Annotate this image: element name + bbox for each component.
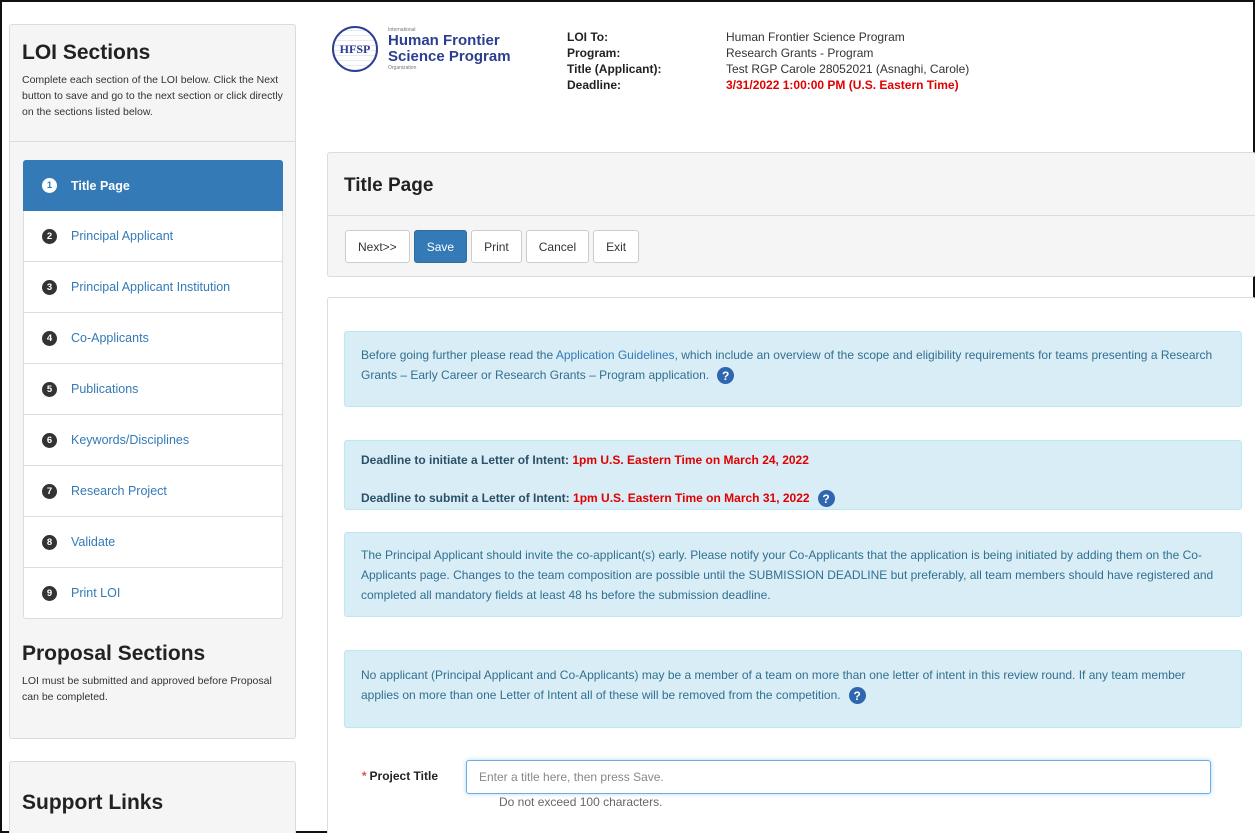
sidebar-item-label: Principal Applicant Institution: [71, 280, 231, 294]
sidebar-item-publications[interactable]: 5 Publications: [23, 364, 283, 415]
step-number-badge: 6: [42, 432, 57, 448]
proposal-sections-description: LOI must be submitted and approved befor…: [22, 675, 272, 703]
hfsp-logo-text: International Human Frontier Science Pro…: [388, 27, 511, 71]
toolbar: Next>> Save Print Cancel Exit: [345, 230, 643, 263]
sidebar-item-co-applicants[interactable]: 4 Co-Applicants: [23, 313, 283, 364]
hfsp-logo-mark: HFSP: [332, 26, 378, 72]
step-number-badge: 9: [42, 585, 57, 601]
program-label: Program:: [567, 46, 621, 60]
logo-small-bottom: Organization: [388, 65, 417, 71]
step-number-badge: 5: [42, 381, 57, 397]
required-marker: *: [361, 769, 367, 783]
proposal-sections-title: Proposal Sections: [22, 642, 206, 665]
sidebar-item-label: Keywords/Disciplines: [71, 433, 190, 447]
submit-deadline-line: Deadline to submit a Letter of Intent: 1…: [361, 488, 1225, 508]
loi-nav-list: 1 Title Page 2 Principal Applicant 3 Pri…: [23, 160, 283, 619]
sidebar-item-label: Print LOI: [71, 586, 121, 600]
step-number-badge: 2: [42, 228, 57, 244]
loi-nav: 1 Title Page 2 Principal Applicant 3 Pri…: [9, 142, 296, 619]
sidebar: LOI Sections Complete each section of th…: [9, 24, 296, 833]
deadline-label: Deadline:: [567, 78, 622, 92]
help-icon[interactable]: ?: [848, 687, 866, 705]
sidebar-item-title-page[interactable]: 1 Title Page: [23, 160, 283, 211]
loi-sections-description: Complete each section of the LOI below. …: [22, 74, 283, 118]
save-button[interactable]: Save: [413, 230, 468, 263]
step-number-badge: 8: [42, 534, 57, 550]
step-number-badge: 4: [42, 330, 57, 346]
sidebar-item-principal-applicant[interactable]: 2 Principal Applicant: [23, 211, 283, 262]
title-page-panel: Title Page Next>> Save Print Cancel Exit: [327, 152, 1255, 277]
sidebar-item-research-project[interactable]: 7 Research Project: [23, 466, 283, 517]
title-applicant-value: Test RGP Carole 28052021 (Asnaghi, Carol…: [726, 62, 970, 76]
loi-sections-panel: LOI Sections Complete each section of th…: [9, 24, 296, 142]
sidebar-item-label: Publications: [71, 382, 139, 396]
initiate-deadline-value: 1pm U.S. Eastern Time on March 24, 2022: [572, 453, 809, 467]
support-links-title: Support Links: [22, 791, 164, 814]
step-number-badge: 3: [42, 279, 57, 295]
sidebar-item-principal-applicant-institution[interactable]: 3 Principal Applicant Institution: [23, 262, 283, 313]
loi-to-value: Human Frontier Science Program: [726, 30, 905, 44]
step-number-badge: 1: [42, 178, 57, 193]
exit-button[interactable]: Exit: [593, 230, 640, 263]
guidelines-notice: Before going further please read the App…: [344, 331, 1242, 407]
project-title-input[interactable]: [466, 760, 1211, 794]
membership-notice-text: No applicant (Principal Applicant and Co…: [361, 668, 1186, 702]
divider: [328, 215, 1255, 216]
sidebar-item-label: Principal Applicant: [71, 229, 174, 243]
sidebar-item-label: Research Project: [71, 484, 167, 498]
membership-notice: No applicant (Principal Applicant and Co…: [344, 650, 1242, 728]
loi-info: LOI To: Human Frontier Science Program P…: [567, 29, 969, 93]
page-title: Title Page: [344, 175, 434, 196]
project-title-label: * Project Title: [328, 760, 438, 783]
co-applicants-notice: The Principal Applicant should invite th…: [344, 532, 1242, 617]
sidebar-item-label: Validate: [71, 535, 116, 549]
hfsp-logo: HFSP International Human Frontier Scienc…: [332, 24, 532, 74]
logo-line-1: Human Frontier: [388, 32, 500, 49]
program-row: Program: Research Grants - Program: [567, 45, 969, 61]
deadlines-notice: Deadline to initiate a Letter of Intent:…: [344, 440, 1242, 510]
initiate-deadline-label: Deadline to initiate a Letter of Intent:: [361, 453, 573, 467]
print-button[interactable]: Print: [471, 230, 522, 263]
program-value: Research Grants - Program: [726, 46, 874, 60]
loi-to-label: LOI To:: [567, 30, 609, 44]
sidebar-item-validate[interactable]: 8 Validate: [23, 517, 283, 568]
project-title-help: Do not exceed 100 characters.: [499, 795, 663, 809]
deadline-row: Deadline: 3/31/2022 1:00:00 PM (U.S. Eas…: [567, 77, 969, 93]
title-applicant-label: Title (Applicant):: [567, 62, 662, 76]
submit-deadline-label: Deadline to submit a Letter of Intent:: [361, 491, 574, 505]
loi-to-row: LOI To: Human Frontier Science Program: [567, 29, 969, 45]
project-title-label-text: Project Title: [369, 769, 438, 783]
next-button[interactable]: Next>>: [345, 230, 410, 263]
proposal-sections-panel: Proposal Sections LOI must be submitted …: [9, 619, 296, 739]
content-panel: Before going further please read the App…: [327, 297, 1255, 833]
cancel-button[interactable]: Cancel: [525, 230, 590, 263]
loi-sections-title: LOI Sections: [22, 41, 151, 64]
step-number-badge: 7: [42, 483, 57, 499]
initiate-deadline-line: Deadline to initiate a Letter of Intent:…: [361, 450, 1225, 470]
help-icon[interactable]: ?: [817, 490, 835, 508]
logo-line-2: Science Program: [388, 48, 511, 65]
support-links-panel: Support Links: [9, 761, 296, 833]
guidelines-text-pre: Before going further please read the: [361, 348, 556, 362]
application-guidelines-link[interactable]: Application Guidelines: [556, 348, 675, 362]
co-applicants-notice-text: The Principal Applicant should invite th…: [361, 548, 1214, 602]
help-icon[interactable]: ?: [717, 367, 735, 385]
sidebar-item-label: Co-Applicants: [71, 331, 149, 345]
title-applicant-row: Title (Applicant): Test RGP Carole 28052…: [567, 61, 969, 77]
submit-deadline-value: 1pm U.S. Eastern Time on March 31, 2022: [573, 491, 810, 505]
project-title-row: * Project Title: [328, 760, 1211, 794]
sidebar-item-label: Title Page: [71, 178, 130, 193]
sidebar-item-print-loi[interactable]: 9 Print LOI: [23, 568, 283, 619]
deadline-value: 3/31/2022 1:00:00 PM (U.S. Eastern Time): [726, 78, 959, 92]
sidebar-item-keywords-disciplines[interactable]: 6 Keywords/Disciplines: [23, 415, 283, 466]
